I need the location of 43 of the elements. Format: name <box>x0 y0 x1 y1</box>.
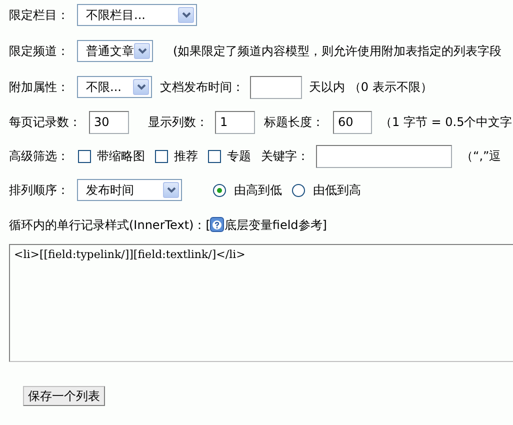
save-button[interactable]: 保存一个列表 <box>23 386 105 406</box>
field-label: 排列顺序： <box>9 182 70 199</box>
checkbox-label: 推荐 <box>174 148 198 165</box>
chevron-down-icon <box>134 43 150 59</box>
dropdown[interactable]: 不限栏目... <box>77 4 197 26</box>
chevron-down-icon <box>133 79 149 95</box>
chevron-down-icon <box>163 182 179 198</box>
radio-label: 由低到高 <box>313 182 361 199</box>
checkbox-label: 专题 <box>227 148 251 165</box>
field-label: 文档发布时间： <box>160 79 244 96</box>
dropdown[interactable]: 发布时间 <box>77 179 182 201</box>
chevron-down-icon <box>178 7 194 23</box>
hint-text: （“,”逗 <box>461 148 502 165</box>
radio-button[interactable] <box>292 184 305 196</box>
reference-link[interactable]: 底层变量field参考 <box>224 216 322 234</box>
per-page-field[interactable]: 30 <box>89 110 129 134</box>
field-label: 附加属性： <box>9 79 70 96</box>
columns-field[interactable]: 1 <box>215 110 255 134</box>
field-label: 标题长度： <box>264 114 324 131</box>
field-label: 限定频道： <box>9 43 70 60</box>
help-icon <box>210 217 224 232</box>
checkbox[interactable] <box>78 150 91 162</box>
hint-text: (如果限定了频道内容模型，则允许使用附加表指定的列表字段 <box>173 43 502 60</box>
field-label: 显示列数： <box>148 114 208 131</box>
checkbox-label: 带缩略图 <box>97 148 145 165</box>
radio-button[interactable] <box>213 184 226 196</box>
dropdown[interactable]: 普通文章 <box>77 40 153 62</box>
field-label: 关键字： <box>261 148 309 165</box>
radio-label: 由高到低 <box>234 182 282 199</box>
field-label: 限定栏目： <box>9 7 70 24</box>
title-length-field[interactable]: 60 <box>333 110 372 134</box>
field-label: 每页记录数： <box>9 114 82 131</box>
hint-text: （1 字节 = 0.5个中文字 <box>380 114 512 131</box>
template-editor[interactable]: <li>[[field:typelink/]][field:textlink/]</li> <box>9 244 513 362</box>
bracket-text: ] <box>322 217 327 234</box>
keyword-field[interactable] <box>316 144 452 168</box>
field-label: 循环内的单行记录样式(InnerText)：[ <box>9 217 210 234</box>
checkbox[interactable] <box>208 150 221 162</box>
dropdown[interactable]: 不限... <box>77 76 152 98</box>
days-field[interactable] <box>250 76 302 98</box>
hint-text: 天以内 （0 表示不限） <box>309 79 432 96</box>
field-label: 高级筛选： <box>9 148 70 165</box>
checkbox[interactable] <box>155 150 168 162</box>
